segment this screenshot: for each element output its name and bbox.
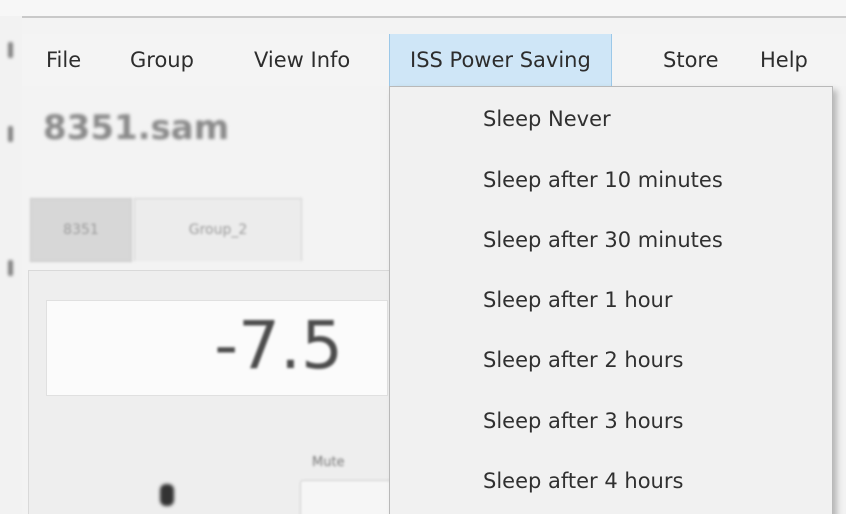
menu-item-sleep-30-minutes[interactable]: Sleep after 30 minutes bbox=[483, 228, 723, 252]
menu-item-sleep-10-minutes[interactable]: Sleep after 10 minutes bbox=[483, 168, 723, 192]
menu-item-sleep-4-hours[interactable]: Sleep after 4 hours bbox=[483, 469, 683, 493]
menu-bar: File Group View Info ISS Power Saving St… bbox=[22, 34, 846, 86]
left-window-edge bbox=[0, 16, 22, 514]
mute-label: Mute bbox=[312, 455, 345, 470]
value-display: -7.5 bbox=[46, 300, 388, 396]
menu-group[interactable]: Group bbox=[130, 34, 194, 86]
menu-item-sleep-never[interactable]: Sleep Never bbox=[483, 107, 611, 131]
document-title: 8351.sam bbox=[43, 108, 230, 148]
edge-mark bbox=[8, 126, 13, 142]
edge-mark bbox=[8, 260, 13, 276]
menu-help[interactable]: Help bbox=[760, 34, 808, 86]
menu-file[interactable]: File bbox=[46, 34, 81, 86]
app-window: File Group View Info ISS Power Saving St… bbox=[0, 0, 846, 514]
menu-item-sleep-3-hours[interactable]: Sleep after 3 hours bbox=[483, 409, 683, 433]
slider-knob[interactable] bbox=[160, 484, 174, 506]
window-top-strip bbox=[0, 0, 846, 18]
value-readout: -7.5 bbox=[214, 307, 343, 384]
tab-group-2[interactable]: Group_2 bbox=[134, 198, 302, 261]
edge-mark bbox=[8, 42, 13, 58]
menu-view-info[interactable]: View Info bbox=[254, 34, 350, 86]
menu-item-sleep-2-hours[interactable]: Sleep after 2 hours bbox=[483, 348, 683, 372]
menu-item-sleep-1-hour[interactable]: Sleep after 1 hour bbox=[483, 288, 673, 312]
tab-8351[interactable]: 8351 bbox=[30, 198, 132, 262]
menu-store[interactable]: Store bbox=[663, 34, 719, 86]
iss-power-saving-dropdown: Sleep Never Sleep after 10 minutes Sleep… bbox=[389, 86, 833, 514]
menu-iss-power-saving[interactable]: ISS Power Saving bbox=[389, 34, 612, 86]
